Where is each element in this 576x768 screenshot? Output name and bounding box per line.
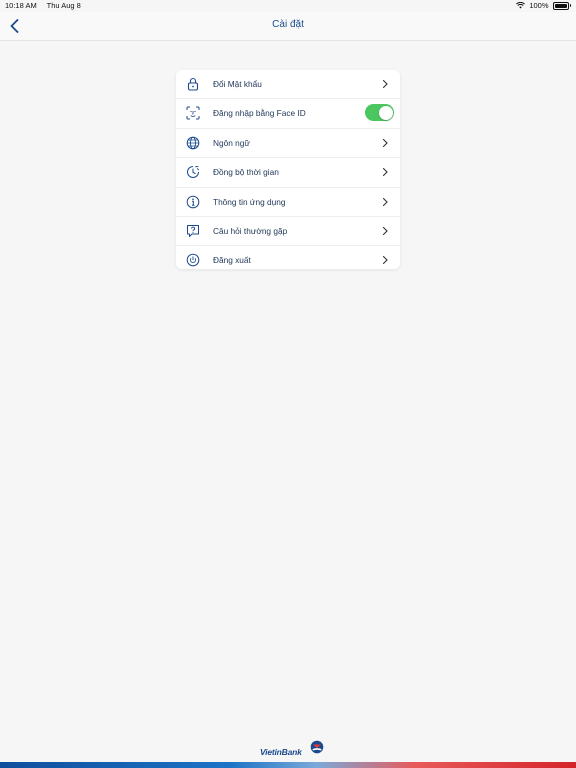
faq-icon xyxy=(187,224,199,237)
settings-item-label: Đồng bộ thời gian xyxy=(213,167,279,178)
settings-item-time-sync[interactable]: Đồng bộ thời gian xyxy=(176,158,400,188)
settings-item-label: Đăng nhập bằng Face ID xyxy=(213,108,306,119)
settings-item-language[interactable]: Ngôn ngữ xyxy=(176,129,400,159)
status-bar: 10:18 AM Thu Aug 8 100% xyxy=(0,0,576,12)
brand-name: VietinBank xyxy=(260,747,302,757)
lock-icon xyxy=(187,77,199,91)
settings-item-label: Đăng xuất xyxy=(213,255,251,266)
status-time: 10:18 AM xyxy=(5,1,37,10)
settings-item-faq[interactable]: Câu hỏi thường gặp xyxy=(176,217,400,247)
battery-nub xyxy=(569,4,571,7)
settings-item-app-info[interactable]: Thông tin ứng dụng xyxy=(176,188,400,217)
face-id-toggle[interactable] xyxy=(365,104,394,122)
settings-item-change-password[interactable]: Đổi Mật khẩu xyxy=(176,70,400,100)
face-id-icon xyxy=(186,106,200,120)
page-title: Cài đặt xyxy=(272,19,304,30)
settings-item-face-id: Đăng nhập bằng Face ID xyxy=(176,99,400,129)
status-left: 10:18 AM Thu Aug 8 xyxy=(5,1,89,10)
vietinbank-logo-icon xyxy=(310,740,324,754)
battery-percent: 100% xyxy=(529,1,549,10)
brand-logo: VietinBank xyxy=(258,740,328,760)
battery-icon xyxy=(552,1,569,10)
chevron-right-icon xyxy=(382,197,388,206)
status-right: 100% xyxy=(516,1,571,10)
settings-item-label: Ngôn ngữ xyxy=(213,137,250,148)
chevron-right-icon xyxy=(382,168,388,177)
globe-icon xyxy=(186,136,200,150)
settings-item-label: Thông tin ứng dụng xyxy=(213,196,286,207)
chevron-right-icon xyxy=(382,79,388,89)
bottom-brand-stripe xyxy=(0,762,576,768)
chevron-right-icon xyxy=(382,226,388,236)
chevron-right-icon xyxy=(382,138,388,147)
chevron-right-icon xyxy=(382,256,388,265)
settings-item-label: Đổi Mật khẩu xyxy=(213,79,262,89)
status-date: Thu Aug 8 xyxy=(46,1,81,10)
logout-icon xyxy=(186,254,200,267)
wifi-icon xyxy=(516,2,526,9)
settings-item-logout[interactable]: Đăng xuất xyxy=(176,246,400,274)
clock-sync-icon xyxy=(187,166,200,179)
settings-list: Đổi Mật khẩu Đăng nhập bằng Face ID Ngôn… xyxy=(176,70,400,269)
toggle-knob xyxy=(378,105,393,120)
nav-bar: Cài đặt xyxy=(0,12,576,41)
info-icon xyxy=(186,195,200,208)
settings-item-label: Câu hỏi thường gặp xyxy=(213,225,288,236)
